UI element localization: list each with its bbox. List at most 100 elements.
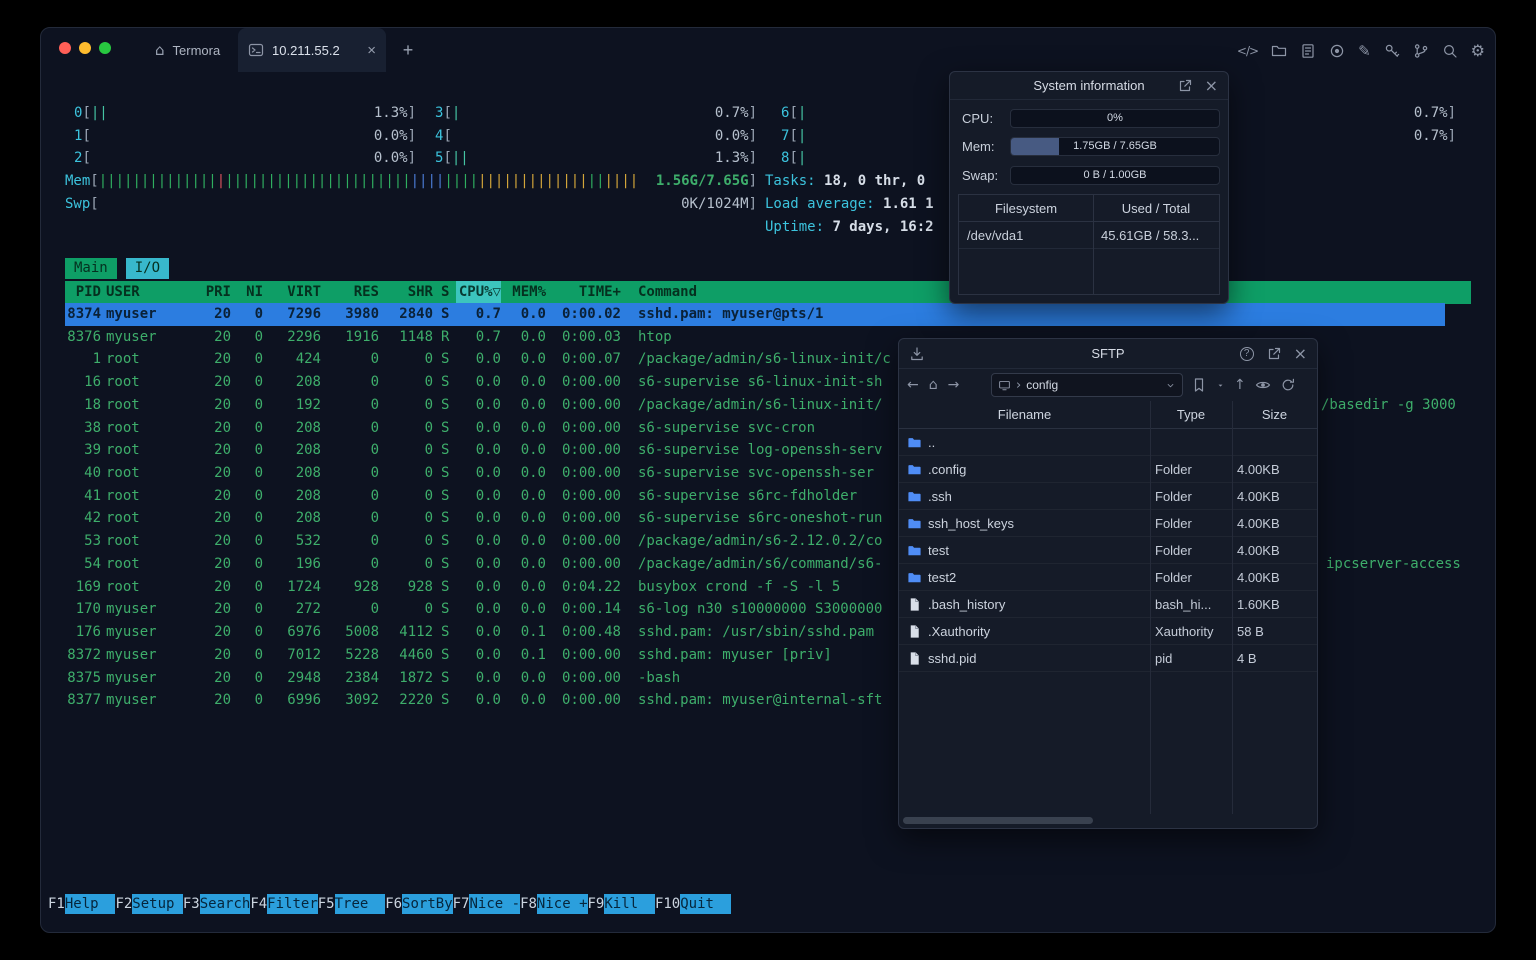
key-icon[interactable]: [1384, 43, 1400, 59]
new-tab-button[interactable]: +: [397, 40, 419, 62]
path-bar[interactable]: › config: [991, 373, 1183, 397]
show-hidden-icon[interactable]: [1255, 377, 1271, 393]
home-icon: ⌂: [155, 41, 165, 59]
mem-row: Mem: 1.75GB / 7.65GB: [962, 136, 1220, 156]
horizontal-scrollbar[interactable]: [903, 817, 1093, 824]
file-row[interactable]: .Xauthority Xauthority 58 B: [899, 618, 1317, 645]
cell-mem: 0.1: [520, 646, 546, 663]
forward-icon[interactable]: →: [948, 377, 960, 393]
fkey-label-Help[interactable]: Help: [64, 894, 116, 914]
column-header-time[interactable]: TIME+: [554, 281, 621, 304]
fkey-label-SortBy[interactable]: SortBy: [402, 894, 453, 914]
cell-shr: 0: [424, 419, 433, 436]
search-icon[interactable]: [1442, 43, 1458, 59]
file-name: sshd.pid: [928, 650, 977, 666]
cell-pri: 20: [214, 510, 231, 527]
cell-time: 0:00.48: [561, 624, 621, 641]
cell-time: 0:00.00: [561, 555, 621, 572]
htop-tab-io[interactable]: I/O: [125, 258, 170, 279]
cell-cpu: 0.0: [475, 487, 501, 504]
file-size: [1232, 429, 1317, 455]
file-row[interactable]: .bash_history bash_hi... 1.60KB: [899, 591, 1317, 618]
fkey-F2: F2: [115, 896, 133, 912]
pen-icon[interactable]: ✎: [1358, 42, 1371, 60]
file-row[interactable]: sshd.pid pid 4 B: [899, 645, 1317, 672]
close-panel-icon[interactable]: ×: [1205, 76, 1218, 95]
cell-user: myuser: [106, 669, 157, 686]
fkey-label-Kill[interactable]: Kill: [604, 894, 655, 914]
column-header-pid[interactable]: PID: [65, 281, 101, 304]
refresh-icon[interactable]: [1280, 377, 1296, 393]
cell-ni: 0: [254, 578, 263, 595]
column-size[interactable]: Size: [1232, 401, 1317, 428]
column-type[interactable]: Type: [1150, 401, 1232, 428]
code-icon[interactable]: </>: [1237, 44, 1259, 58]
file-row[interactable]: .ssh Folder 4.00KB: [899, 483, 1317, 510]
column-header-res[interactable]: RES: [329, 281, 379, 304]
cell-pri: 20: [214, 555, 231, 572]
file-row[interactable]: ..: [899, 429, 1317, 456]
column-header-pri[interactable]: PRI: [191, 281, 231, 304]
close-panel-icon[interactable]: ×: [1294, 344, 1307, 363]
file-list-icon[interactable]: [1300, 43, 1316, 59]
column-header-mem[interactable]: MEM%: [504, 281, 546, 304]
transfers-icon[interactable]: [909, 346, 925, 362]
close-tab-icon[interactable]: ×: [367, 42, 376, 59]
home-icon[interactable]: ⌂: [929, 377, 938, 393]
cell-res: 3092: [345, 692, 379, 709]
close-window-button[interactable]: [59, 42, 71, 54]
file-row[interactable]: test2 Folder 4.00KB: [899, 564, 1317, 591]
column-header-ni[interactable]: NI: [236, 281, 263, 304]
column-header-shr[interactable]: SHR: [387, 281, 433, 304]
zoom-window-button[interactable]: [99, 42, 111, 54]
fkey-label-Tree[interactable]: Tree: [334, 894, 386, 914]
help-icon[interactable]: ?: [1239, 346, 1254, 361]
file-table-header: Filename Type Size: [899, 401, 1317, 429]
filesystem-row[interactable]: /dev/vda1 45.61GB / 58.3...: [959, 222, 1219, 249]
column-header-cpu[interactable]: CPU%▽: [456, 281, 501, 304]
cell-pri: 20: [214, 533, 231, 550]
fkey-label-Search[interactable]: Search: [199, 894, 251, 914]
cell-pri: 20: [214, 578, 231, 595]
file-row[interactable]: ssh_host_keys Folder 4.00KB: [899, 510, 1317, 537]
file-name-cell: ..: [899, 429, 1150, 455]
fkey-label-Nice[interactable]: Nice -: [469, 894, 521, 914]
open-in-new-window-icon[interactable]: [1177, 78, 1193, 94]
cell-virt: 424: [295, 351, 321, 368]
process-row[interactable]: 8374 myuser 20 0 7296 3980 2840 S 0.7 0.0 0:00.02 s…: [41, 303, 1471, 326]
file-row[interactable]: test Folder 4.00KB: [899, 537, 1317, 564]
tab-termora[interactable]: ⌂ Termora: [141, 28, 234, 72]
fkey-label-Setup[interactable]: Setup: [132, 894, 183, 914]
folder-icon[interactable]: [1271, 43, 1287, 59]
column-header-virt[interactable]: VIRT: [271, 281, 321, 304]
column-header-user[interactable]: USER: [106, 281, 191, 304]
record-icon[interactable]: [1329, 43, 1345, 59]
cpu-label: CPU:: [962, 110, 994, 126]
column-filename[interactable]: Filename: [899, 401, 1150, 428]
cell-cpu: 0.0: [475, 465, 501, 482]
open-in-new-window-icon[interactable]: [1266, 346, 1282, 362]
tab-session[interactable]: 10.211.55.2 ×: [238, 28, 386, 72]
cell-cpu: 0.0: [475, 533, 501, 550]
fkey-label-Filter[interactable]: Filter: [267, 894, 318, 914]
fkey-label-Nice[interactable]: Nice +: [536, 894, 588, 914]
bookmark-icon[interactable]: [1191, 377, 1207, 393]
sftp-toolbar: ← ⌂ → › config ↑: [899, 369, 1317, 401]
fkey-label-Quit[interactable]: Quit: [680, 894, 731, 914]
cpu-meter-4: 4[0.0%]: [435, 127, 757, 144]
cpu-meter-0: 0[|| 1.3%]: [74, 105, 416, 121]
path-dropdown-icon[interactable]: [1165, 380, 1176, 391]
cell-shr: 0: [424, 465, 433, 482]
cell-time: 0:00.00: [561, 442, 621, 459]
bookmark-dropdown-icon[interactable]: [1216, 381, 1225, 390]
minimize-window-button[interactable]: [79, 42, 91, 54]
current-path[interactable]: config: [1026, 378, 1058, 392]
up-directory-icon[interactable]: ↑: [1234, 377, 1246, 393]
htop-tab-main[interactable]: Main: [65, 258, 117, 279]
file-row[interactable]: .config Folder 4.00KB: [899, 456, 1317, 483]
mem-label: Mem:: [962, 138, 995, 154]
file-name-cell: .Xauthority: [899, 618, 1150, 644]
back-icon[interactable]: ←: [907, 377, 919, 393]
git-branch-icon[interactable]: [1413, 43, 1429, 59]
gear-icon[interactable]: ⚙: [1471, 41, 1485, 60]
